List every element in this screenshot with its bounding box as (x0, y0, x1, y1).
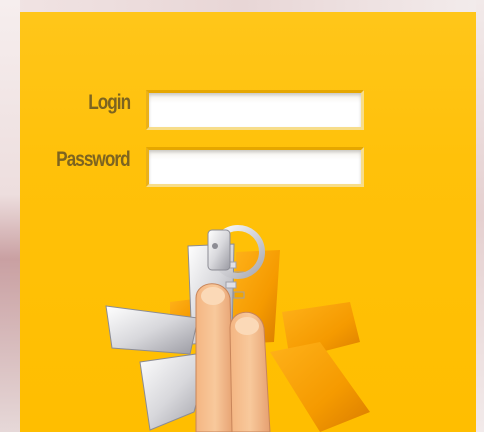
password-input[interactable] (146, 147, 364, 187)
login-panel: Login Password (20, 12, 476, 432)
login-input[interactable] (146, 90, 364, 130)
zipper-slider (207, 229, 231, 271)
password-label: Password (56, 148, 131, 171)
login-label: Login (88, 91, 131, 114)
background-right (476, 0, 484, 432)
background-top (0, 0, 484, 12)
zipper-asterisk-logo-icon (105, 225, 370, 432)
background-left (0, 0, 20, 432)
